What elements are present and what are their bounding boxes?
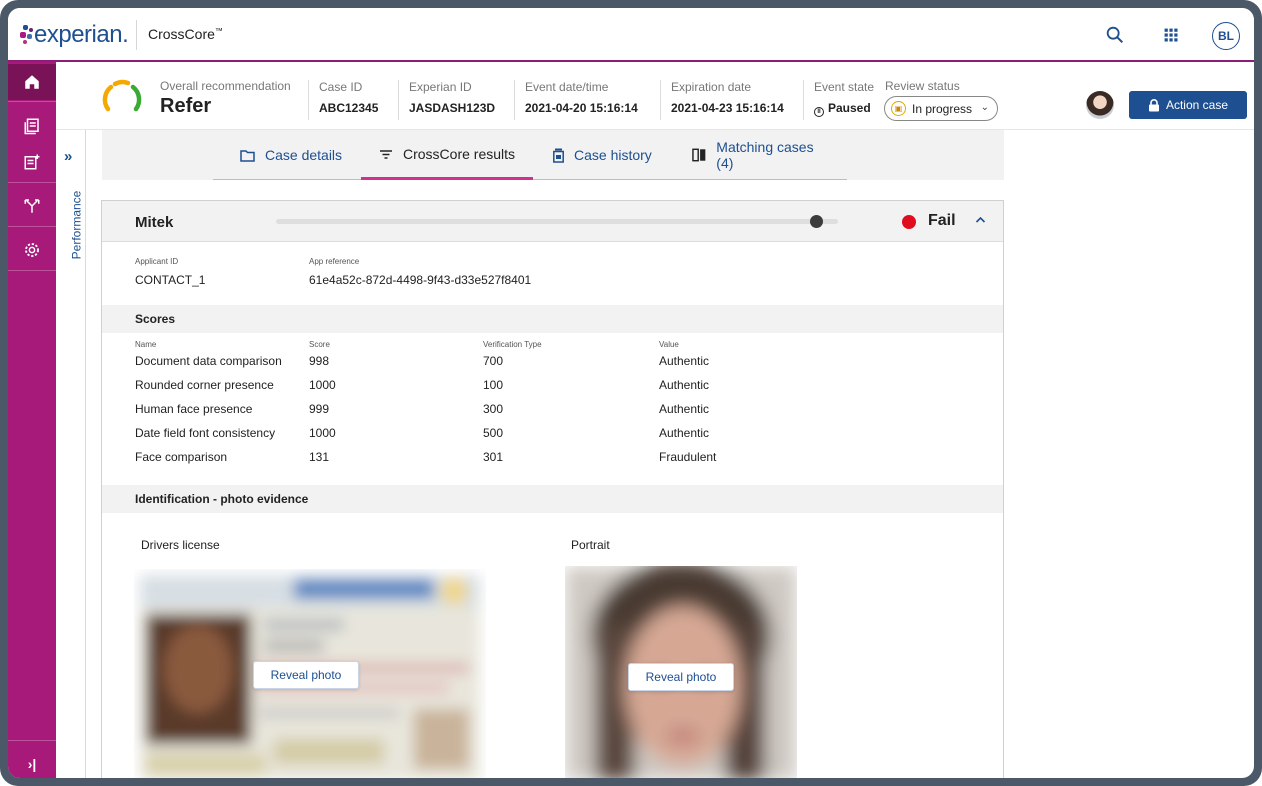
logo-text: experian.: [34, 21, 129, 48]
nav-cases[interactable]: [8, 108, 56, 144]
event-state-field: Event state II Paused: [803, 80, 874, 120]
nav-home[interactable]: [8, 64, 56, 100]
history-icon: [553, 148, 564, 163]
tabs: Case details CrossCore results Case hist…: [213, 130, 847, 180]
nav-divider: [8, 270, 56, 271]
apps-grid-icon[interactable]: [1160, 24, 1182, 46]
applicant-id-label: Applicant ID: [135, 257, 179, 266]
performance-rail[interactable]: » Performance: [56, 128, 86, 778]
matching-icon: [692, 148, 706, 162]
recommendation-label: Overall recommendation: [160, 79, 291, 93]
score-marker: [810, 215, 823, 228]
nav-divider: [8, 226, 56, 227]
user-avatar[interactable]: BL: [1212, 22, 1240, 50]
lock-icon: [1148, 98, 1159, 111]
score-track: [276, 219, 838, 224]
app-reference-label: App reference: [309, 257, 360, 266]
in-progress-icon: ▣: [891, 101, 906, 116]
event-datetime-field: Event date/time 2021-04-20 15:16:14: [514, 80, 638, 120]
nav-settings[interactable]: [8, 232, 56, 268]
performance-label[interactable]: Performance: [69, 191, 83, 260]
double-chevron-right-icon[interactable]: »: [64, 148, 72, 165]
nav-add-case[interactable]: [8, 144, 56, 180]
reveal-photo-button[interactable]: Reveal photo: [628, 663, 734, 691]
score-row: Rounded corner presence 1000 100 Authentic: [135, 378, 710, 392]
workflow-icon: [24, 199, 40, 213]
action-case-button[interactable]: Action case: [1129, 91, 1247, 119]
experian-logo[interactable]: experian.: [20, 19, 132, 51]
search-icon[interactable]: [1104, 24, 1126, 46]
panel-title: Mitek: [135, 214, 174, 231]
cases-icon: [24, 118, 39, 135]
recommendation-gauge-icon: [102, 79, 142, 112]
score-header-score: Score: [309, 340, 330, 349]
nav-divider: [8, 101, 56, 102]
portrait-label: Portrait: [571, 538, 610, 552]
top-bar: experian. CrossCore™ BL: [8, 8, 1254, 62]
score-header-name: Name: [135, 340, 157, 349]
app-reference-value: 61e4a52c-872d-4498-9f43-d33e527f8401: [309, 273, 532, 287]
recommendation-value: Refer: [160, 95, 212, 117]
score-row: Human face presence 999 300 Authentic: [135, 402, 710, 416]
logo-dots-icon: [20, 25, 34, 45]
pause-icon: II: [814, 107, 824, 117]
result-status: Fail: [928, 212, 956, 229]
tab-crosscore-results[interactable]: CrossCore results: [361, 130, 534, 180]
score-row: Date field font consistency 1000 500 Authen…: [135, 426, 710, 440]
review-status-select[interactable]: ▣ In progress ⌄: [884, 96, 998, 121]
score-header-value: Value: [659, 340, 679, 349]
applicant-id-value: CONTACT_1: [135, 273, 206, 287]
experian-id-field: Experian ID JASDASH123D: [398, 80, 495, 120]
scores-section-header: Scores: [102, 305, 1003, 333]
chevron-down-icon: ⌄: [980, 102, 989, 113]
left-nav: ›|: [8, 62, 56, 778]
reveal-photo-button[interactable]: Reveal photo: [253, 661, 359, 689]
settings-icon: [25, 243, 39, 257]
tabs-bar: Case details CrossCore results Case hist…: [102, 130, 1004, 180]
expiration-date-field: Expiration date 2021-04-23 15:16:14: [660, 80, 784, 120]
drivers-license-label: Drivers license: [141, 538, 220, 552]
panel-header[interactable]: Mitek Fail: [102, 201, 1003, 242]
add-case-icon: [24, 154, 40, 170]
expand-nav-button[interactable]: ›|: [8, 746, 56, 778]
nav-divider: [8, 740, 56, 741]
app-window: experian. CrossCore™ BL ›| » Performance…: [8, 8, 1254, 778]
assignee-avatar[interactable]: [1086, 91, 1114, 119]
score-row: Document data comparison 998 700 Authentic: [135, 354, 710, 368]
score-row: Face comparison 131 301 Fraudulent: [135, 450, 717, 464]
home-icon: [25, 75, 39, 89]
nav-workflow[interactable]: [8, 188, 56, 224]
review-status-label: Review status: [885, 79, 960, 93]
product-name: CrossCore™: [148, 26, 223, 42]
case-header: Overall recommendation Refer Case ID ABC…: [56, 64, 1254, 130]
tab-matching-cases[interactable]: Matching cases (4): [674, 130, 847, 180]
case-id-field: Case ID ABC12345: [308, 80, 378, 120]
device-frame: experian. CrossCore™ BL ›| » Performance…: [0, 0, 1262, 786]
filter-icon: [380, 149, 392, 159]
mitek-panel: Mitek Fail Applicant ID CONTACT_1 App re…: [101, 200, 1004, 778]
tab-case-history[interactable]: Case history: [535, 130, 670, 180]
score-header-verification-type: Verification Type: [483, 340, 542, 349]
chevron-up-icon[interactable]: [975, 213, 986, 227]
header-divider: [136, 20, 137, 50]
photo-evidence-section-header: Identification - photo evidence: [102, 485, 1003, 513]
folder-icon: [240, 149, 255, 162]
fail-status-icon: [902, 215, 916, 229]
tab-case-details[interactable]: Case details: [222, 130, 360, 180]
nav-divider: [8, 182, 56, 183]
